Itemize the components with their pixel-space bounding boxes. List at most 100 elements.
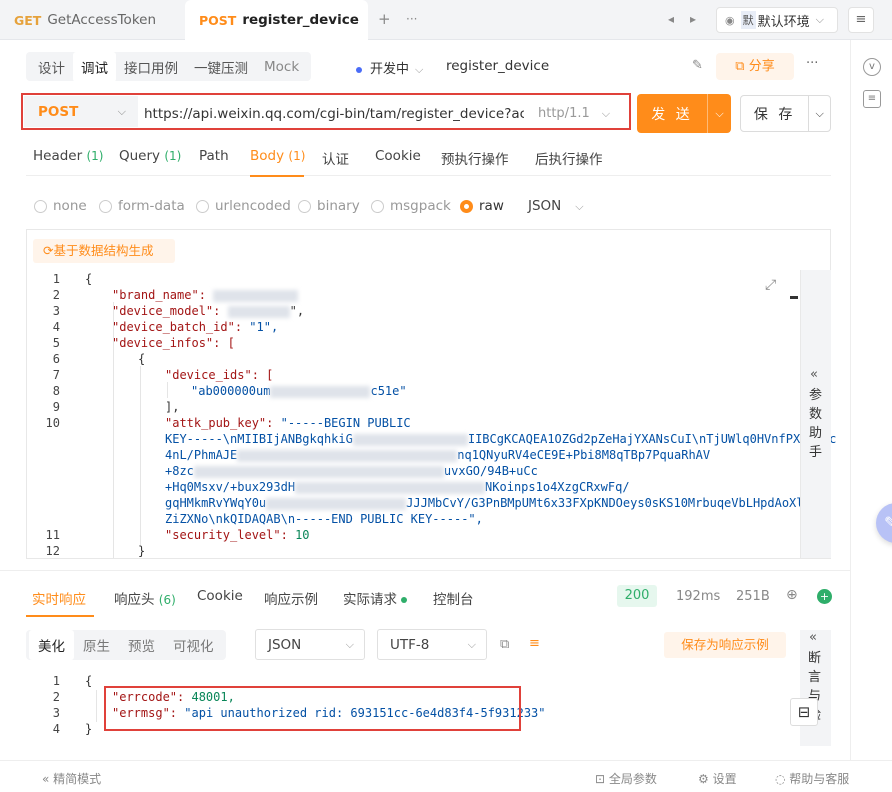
body-format-select[interactable]: JSON ⌵: [528, 198, 584, 214]
help-button[interactable]: ◌ 帮助与客服: [775, 770, 849, 787]
radio-msgpack[interactable]: msgpack: [371, 198, 451, 214]
radio-label: form-data: [118, 198, 185, 214]
save-options-chevron-icon[interactable]: ⌵: [808, 96, 830, 131]
code-line: gqHMkmRvYWqY0u JJJMbCvY/G3PnBMpUMt6x33FXp…: [165, 496, 825, 510]
view-raw[interactable]: 原生: [74, 630, 119, 660]
scroll-left-icon[interactable]: ◂: [668, 12, 674, 26]
radio-binary[interactable]: binary: [298, 198, 360, 214]
tab-response-example[interactable]: 响应示例: [264, 588, 318, 608]
api-name[interactable]: register_device: [446, 58, 549, 74]
url-input[interactable]: https://api.weixin.qq.com/cgi-bin/tam/re…: [144, 106, 524, 122]
view-visualize[interactable]: 可视化: [164, 630, 223, 660]
tab-realtime-response[interactable]: 实时响应: [32, 588, 86, 608]
tab-path[interactable]: Path: [199, 148, 229, 164]
method-select[interactable]: POST ⌵: [24, 96, 138, 127]
mode-debug[interactable]: 调试: [73, 51, 116, 82]
share-button[interactable]: ⧉ 分享: [716, 53, 794, 80]
settings-button[interactable]: ⚙ 设置: [698, 770, 737, 787]
response-format-select[interactable]: JSON ⌵: [255, 629, 365, 660]
code-line: "brand_name":: [112, 288, 299, 302]
radio-urlencoded[interactable]: urlencoded: [196, 198, 291, 214]
radio-form-data[interactable]: form-data: [99, 198, 185, 214]
tab-auth[interactable]: 认证: [322, 148, 349, 168]
body-format-label: JSON: [528, 198, 562, 214]
mode-load-test[interactable]: 一键压测: [186, 52, 256, 82]
expand-icon[interactable]: ⤢: [765, 277, 776, 293]
radio-raw[interactable]: raw: [460, 198, 504, 214]
radio-circle: [196, 199, 209, 213]
request-tab-bar: GET GetAccessToken POST register_device …: [0, 0, 892, 40]
tab-response-headers[interactable]: 响应头 (6): [114, 588, 176, 608]
environment-menu-icon[interactable]: ≡: [848, 7, 874, 33]
assertion-panel[interactable]: « 断言与验: [800, 630, 831, 746]
mode-design[interactable]: 设计: [30, 52, 73, 82]
share-label: 分享: [748, 59, 775, 74]
tab-response-cookie[interactable]: Cookie: [197, 588, 243, 604]
save-button[interactable]: 保 存 ⌵: [740, 95, 831, 132]
tab-label: Path: [199, 148, 229, 164]
compact-mode-toggle[interactable]: « 精简模式: [42, 770, 101, 787]
status-code-badge: 200: [617, 585, 657, 607]
tab-actual-request[interactable]: 实际请求: [343, 588, 407, 608]
mode-mock[interactable]: Mock: [256, 54, 307, 80]
tab-cookie[interactable]: Cookie: [375, 148, 421, 164]
mode-test-case[interactable]: 接口用例: [116, 52, 186, 82]
global-params-button[interactable]: ⊡ 全局参数: [595, 770, 657, 787]
send-button[interactable]: 发 送 ⌵: [637, 94, 731, 133]
json-key: "device_batch_id":: [112, 320, 243, 334]
tab-post-script[interactable]: 后执行操作: [535, 148, 603, 168]
environment-select[interactable]: ◉ 默 默认环境 ⌵: [716, 7, 838, 33]
redacted-value: [227, 305, 290, 318]
response-encoding-select[interactable]: UTF-8 ⌵: [377, 629, 487, 660]
view-preview[interactable]: 预览: [119, 630, 164, 660]
tab-body[interactable]: Body (1): [250, 148, 305, 164]
line-number: 11: [45, 528, 60, 542]
double-chevron-left-icon: «: [809, 630, 817, 645]
tab-query[interactable]: Query (1): [119, 148, 181, 164]
radio-circle: [99, 199, 112, 213]
tab-count: (1): [288, 149, 306, 163]
api-status-select[interactable]: 开发中 ⌵: [356, 58, 423, 77]
http-version-select[interactable]: http/1.1 ⌵: [538, 106, 610, 121]
more-options-icon[interactable]: ···: [806, 56, 818, 71]
tab-header[interactable]: Header (1): [33, 148, 103, 164]
tab-register-device[interactable]: POST register_device: [185, 0, 368, 40]
line-number: 10: [45, 416, 60, 430]
more-tabs-icon[interactable]: ···: [406, 12, 417, 26]
tab-count: (1): [164, 149, 182, 163]
wrap-lines-icon[interactable]: ≡: [529, 636, 540, 651]
line-number: 4: [52, 722, 60, 736]
edit-icon[interactable]: ✎: [692, 58, 703, 73]
code-line: "device_infos": [: [112, 336, 235, 350]
mode-switcher: 设计 调试 接口用例 一键压测 Mock: [26, 51, 312, 82]
line-number: 4: [52, 320, 60, 334]
line-number: 1: [52, 272, 60, 286]
save-as-example-button[interactable]: 保存为响应示例: [664, 632, 786, 658]
send-options-chevron-icon[interactable]: ⌵: [707, 94, 731, 133]
tab-pre-script[interactable]: 预执行操作: [441, 148, 509, 168]
layout-icon[interactable]: ⊟: [790, 698, 818, 726]
editor-scrollbar[interactable]: [790, 296, 798, 299]
tab-label: 控制台: [433, 592, 474, 608]
json-value: "-----BEGIN PUBLIC: [280, 416, 411, 430]
generate-from-schema-button[interactable]: ⟳基于数据结构生成: [33, 239, 175, 263]
doc-icon[interactable]: ≡: [863, 90, 881, 108]
panel-divider[interactable]: [0, 570, 850, 571]
tab-get-access-token[interactable]: GET GetAccessToken: [14, 0, 156, 40]
add-icon[interactable]: +: [817, 589, 832, 604]
scroll-right-icon[interactable]: ▸: [690, 12, 696, 26]
json-key: "brand_name":: [112, 288, 206, 302]
tab-console[interactable]: 控制台: [433, 588, 474, 608]
chevron-down-icon: ⌵: [345, 638, 354, 651]
copy-icon[interactable]: ⧉: [500, 637, 509, 652]
globe-icon[interactable]: ⊕: [786, 587, 798, 603]
param-assistant-panel[interactable]: « 参数助手: [800, 270, 831, 558]
collapse-icon[interactable]: v: [863, 58, 881, 76]
add-tab-icon[interactable]: +: [378, 10, 391, 28]
view-pretty[interactable]: 美化: [29, 630, 74, 660]
code-line: ],: [165, 400, 180, 414]
send-label: 发 送: [651, 106, 693, 123]
radio-none[interactable]: none: [34, 198, 87, 214]
redacted-value: [213, 289, 299, 302]
tab-label: 认证: [322, 152, 349, 168]
